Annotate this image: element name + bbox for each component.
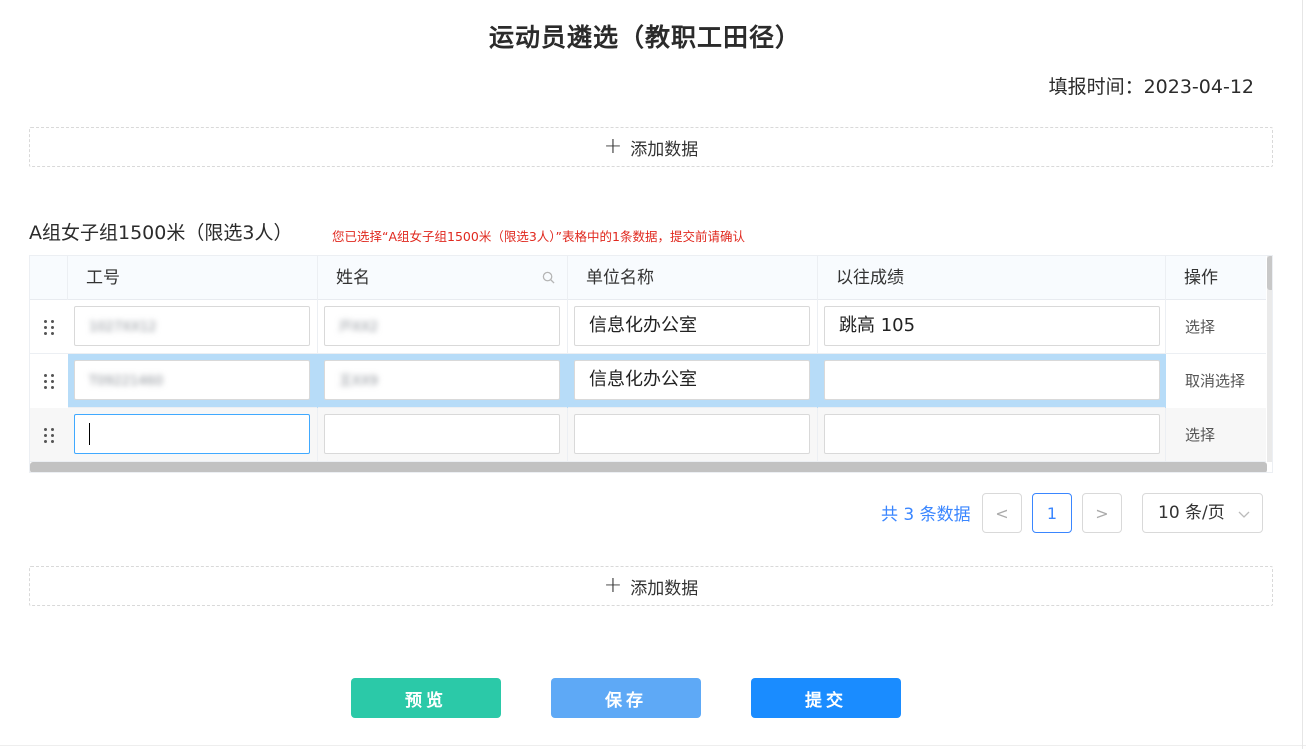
plus-icon: + — [603, 134, 623, 159]
column-header-score: 以往成绩 — [818, 256, 1166, 300]
prev-page-button[interactable]: < — [982, 493, 1022, 533]
score-input[interactable]: 跳高 105 — [824, 306, 1160, 346]
save-button[interactable]: 保存 — [551, 678, 701, 718]
add-data-button-top[interactable]: + 添加数据 — [29, 127, 1273, 167]
id-input[interactable]: 1027XX12 — [74, 306, 310, 346]
page-size-select[interactable]: 10 条/页 — [1142, 493, 1263, 533]
chevron-left-icon: < — [995, 503, 1009, 523]
page-size-value: 10 条/页 — [1158, 503, 1225, 523]
page-number-button[interactable]: 1 — [1032, 493, 1072, 533]
athlete-table: 工号 姓名 单位名称 以往成绩 操作 1027XX12 戸XX2 信息化办公室 … — [29, 255, 1273, 473]
page-title: 运动员遴选（教职工田径） — [488, 23, 801, 52]
add-data-label: 添加数据 — [630, 578, 699, 599]
table-row-selected: T09221460 王XX9 信息化办公室 取消选择 — [30, 354, 1266, 408]
horizontal-scrollbar[interactable] — [30, 462, 1267, 472]
plus-icon: + — [603, 573, 623, 598]
fill-time: 填报时间：2023-04-12 — [1048, 76, 1254, 98]
chevron-down-icon — [1238, 511, 1250, 518]
name-input[interactable]: 戸XX2 — [324, 306, 560, 346]
table-row: 1027XX12 戸XX2 信息化办公室 跳高 105 选择 — [30, 300, 1266, 354]
scrollbar-thumb[interactable] — [1267, 256, 1272, 290]
column-header-unit: 单位名称 — [568, 256, 818, 300]
page-edge-divider — [1302, 0, 1303, 749]
score-input[interactable] — [824, 360, 1160, 400]
unit-input[interactable] — [574, 414, 810, 454]
score-input[interactable] — [824, 414, 1160, 454]
submit-button[interactable]: 提交 — [751, 678, 901, 718]
name-input[interactable]: 王XX9 — [324, 360, 560, 400]
search-icon[interactable] — [542, 271, 555, 284]
footer-divider — [0, 745, 1306, 746]
selection-note: 您已选择“A组女子组1500米（限选3人）”表格中的1条数据，提交前请确认 — [332, 229, 745, 244]
drag-handle-icon — [44, 427, 54, 443]
drag-handle[interactable] — [30, 408, 68, 462]
id-input[interactable]: T09221460 — [74, 360, 310, 400]
section-title: A组女子组1500米（限选3人） — [29, 222, 293, 244]
preview-button[interactable]: 预览 — [351, 678, 501, 718]
select-button[interactable]: 选择 — [1166, 408, 1266, 462]
drag-handle-icon — [44, 319, 54, 335]
table-header: 工号 姓名 单位名称 以往成绩 操作 — [30, 256, 1266, 300]
unit-input[interactable]: 信息化办公室 — [574, 360, 810, 400]
unit-input[interactable]: 信息化办公室 — [574, 306, 810, 346]
add-data-label: 添加数据 — [630, 139, 699, 160]
drag-handle[interactable] — [30, 354, 68, 408]
name-input[interactable] — [324, 414, 560, 454]
drag-column-header — [30, 256, 68, 300]
select-button[interactable]: 选择 — [1166, 300, 1266, 354]
column-header-name[interactable]: 姓名 — [318, 256, 568, 300]
vertical-scrollbar[interactable] — [1267, 256, 1272, 462]
column-header-id: 工号 — [68, 256, 318, 300]
column-header-action: 操作 — [1184, 268, 1218, 288]
drag-handle-icon — [44, 373, 54, 389]
deselect-button[interactable]: 取消选择 — [1166, 354, 1266, 408]
table-row: 选择 — [30, 408, 1266, 462]
drag-handle[interactable] — [30, 300, 68, 354]
id-input[interactable] — [74, 414, 310, 454]
add-data-button-bottom[interactable]: + 添加数据 — [29, 566, 1273, 606]
total-count: 共 3 条数据 — [881, 505, 971, 525]
next-page-button[interactable]: > — [1082, 493, 1122, 533]
chevron-right-icon: > — [1095, 503, 1109, 523]
column-header-name-label: 姓名 — [336, 268, 370, 288]
text-caret — [89, 423, 90, 445]
